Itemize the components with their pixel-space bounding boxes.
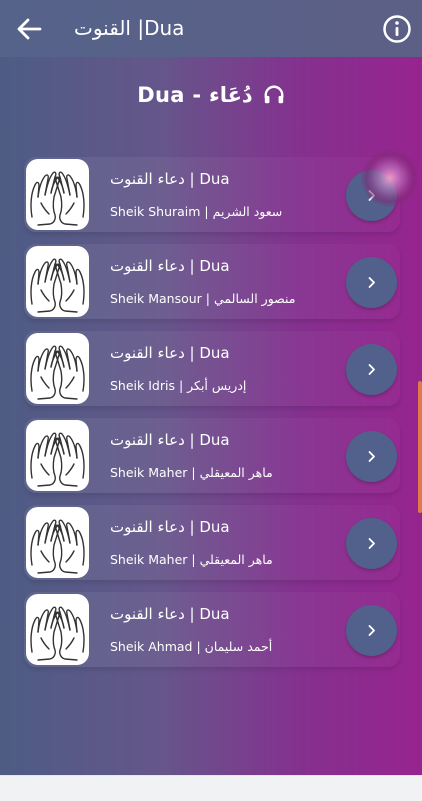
- bottom-bar: [0, 775, 422, 801]
- reciter-name: Sheik Maher | ماهر المعيقلي: [110, 465, 273, 480]
- dua-title: دعاء القنوت | Dua: [110, 170, 230, 188]
- arrow-left-icon[interactable]: [14, 14, 44, 44]
- praying-hands-icon: [26, 246, 89, 317]
- screen: القنوت |Dua Dua - دُعَاء دعاء القنوت | D…: [0, 0, 422, 775]
- chevron-right-icon: [368, 364, 375, 375]
- praying-hands-icon: [26, 507, 89, 578]
- play-button[interactable]: [346, 518, 397, 569]
- reciter-name: Sheik Ahmad | أحمد سليمان: [110, 639, 273, 654]
- reciter-name: Sheik Mansour | منصور السالمي: [110, 291, 296, 306]
- chevron-right-icon: [368, 451, 375, 462]
- chevron-right-icon: [368, 538, 375, 549]
- play-button[interactable]: [346, 344, 397, 395]
- page-title: القنوت |Dua: [74, 16, 185, 40]
- section-title: Dua - دُعَاء: [137, 83, 253, 107]
- app-bar: القنوت |Dua: [0, 0, 422, 57]
- list-item[interactable]: دعاء القنوت | Dua Sheik Shuraim | سعود ا…: [24, 157, 400, 232]
- section-header: Dua - دُعَاء: [0, 80, 422, 110]
- dua-title: دعاء القنوت | Dua: [110, 431, 230, 449]
- reciter-name: Sheik Idris | إدريس أبكر: [110, 378, 247, 393]
- reciter-name: Sheik Maher | ماهر المعيقلي: [110, 552, 273, 567]
- chevron-right-icon: [368, 625, 375, 636]
- play-button[interactable]: [346, 605, 397, 656]
- dua-title: دعاء القنوت | Dua: [110, 257, 230, 275]
- chevron-right-icon: [368, 277, 375, 288]
- play-button[interactable]: [346, 257, 397, 308]
- list-item[interactable]: دعاء القنوت | Dua Sheik Maher | ماهر الم…: [24, 505, 400, 580]
- reciter-name: Sheik Shuraim | سعود الشريم: [110, 204, 283, 219]
- scroll-indicator[interactable]: [418, 381, 422, 513]
- list-item[interactable]: دعاء القنوت | Dua Sheik Mansour | منصور …: [24, 244, 400, 319]
- list-item[interactable]: دعاء القنوت | Dua Sheik Ahmad | أحمد سلي…: [24, 592, 400, 667]
- praying-hands-icon: [26, 594, 89, 665]
- dua-title: دعاء القنوت | Dua: [110, 605, 230, 623]
- praying-hands-icon: [26, 333, 89, 404]
- list-item[interactable]: دعاء القنوت | Dua Sheik Maher | ماهر الم…: [24, 418, 400, 493]
- play-button[interactable]: [346, 431, 397, 482]
- touch-ripple: [360, 148, 420, 208]
- info-circle-icon[interactable]: [382, 14, 412, 44]
- headphones-icon: [264, 85, 284, 104]
- praying-hands-icon: [26, 420, 89, 491]
- list-item[interactable]: دعاء القنوت | Dua Sheik Idris | إدريس أب…: [24, 331, 400, 406]
- praying-hands-icon: [26, 159, 89, 230]
- dua-title: دعاء القنوت | Dua: [110, 344, 230, 362]
- dua-title: دعاء القنوت | Dua: [110, 518, 230, 536]
